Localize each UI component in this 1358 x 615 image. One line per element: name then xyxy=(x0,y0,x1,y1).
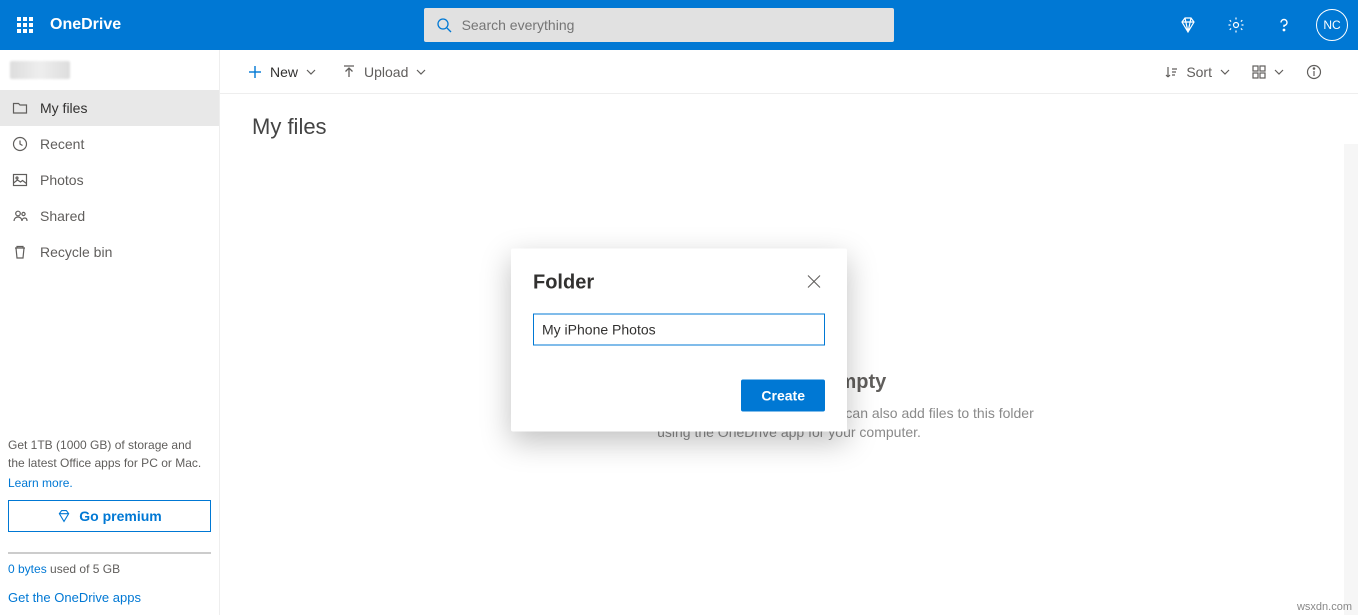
settings-button[interactable] xyxy=(1214,0,1258,50)
brand-title[interactable]: OneDrive xyxy=(50,16,151,34)
sidebar-item-label: Photos xyxy=(40,172,84,188)
tiles-icon xyxy=(1252,65,1266,79)
dialog-title: Folder xyxy=(533,272,594,295)
image-icon xyxy=(12,172,28,188)
upload-button[interactable]: Upload xyxy=(338,58,430,86)
sidebar-item-recycle-bin[interactable]: Recycle bin xyxy=(0,234,219,270)
go-premium-button[interactable]: Go premium xyxy=(8,500,211,532)
diamond-icon xyxy=(57,509,71,523)
sidebar-item-my-files[interactable]: My files xyxy=(0,90,219,126)
chevron-down-icon xyxy=(416,67,426,77)
new-label: New xyxy=(270,64,298,80)
gear-icon xyxy=(1227,16,1245,34)
plus-icon xyxy=(248,65,262,79)
search-input[interactable] xyxy=(462,17,882,33)
scrollbar[interactable] xyxy=(1344,144,1358,615)
chevron-down-icon xyxy=(1220,67,1230,77)
help-icon xyxy=(1275,16,1293,34)
create-folder-dialog: Folder Create xyxy=(511,249,847,432)
clock-icon xyxy=(12,136,28,152)
page-title: My files xyxy=(252,114,1326,140)
waffle-icon xyxy=(17,17,33,33)
storage-quota: 0 bytes used of 5 GB xyxy=(8,552,211,576)
go-premium-label: Go premium xyxy=(79,508,161,524)
search-icon xyxy=(436,17,452,33)
details-pane-button[interactable] xyxy=(1302,58,1326,86)
upload-label: Upload xyxy=(364,64,408,80)
chevron-down-icon xyxy=(1274,67,1284,77)
sort-icon xyxy=(1164,65,1178,79)
create-button[interactable]: Create xyxy=(741,380,825,412)
sidebar: My files Recent Photos Shared Recycle bi… xyxy=(0,50,220,615)
quota-bar xyxy=(8,552,211,554)
sidebar-item-label: Recent xyxy=(40,136,84,152)
upload-icon xyxy=(342,65,356,79)
command-bar: New Upload Sort xyxy=(220,50,1358,94)
search-box[interactable] xyxy=(424,8,894,42)
app-header: OneDrive NC xyxy=(0,0,1358,50)
people-icon xyxy=(12,208,28,224)
sidebar-item-shared[interactable]: Shared xyxy=(0,198,219,234)
premium-icon-button[interactable] xyxy=(1166,0,1210,50)
sidebar-item-recent[interactable]: Recent xyxy=(0,126,219,162)
sort-label: Sort xyxy=(1186,64,1212,80)
help-button[interactable] xyxy=(1262,0,1306,50)
search-wrap xyxy=(151,8,1166,42)
sidebar-item-label: My files xyxy=(40,100,87,116)
user-tile[interactable] xyxy=(0,50,219,90)
quota-total: used of 5 GB xyxy=(47,562,120,576)
info-icon xyxy=(1306,64,1322,80)
sidebar-bottom: Get 1TB (1000 GB) of storage and the lat… xyxy=(0,426,219,615)
sidebar-item-label: Recycle bin xyxy=(40,244,112,260)
app-launcher-button[interactable] xyxy=(0,0,50,50)
sidebar-item-label: Shared xyxy=(40,208,85,224)
folder-name-input[interactable] xyxy=(533,314,825,346)
new-button[interactable]: New xyxy=(244,58,320,86)
nav-list: My files Recent Photos Shared Recycle bi… xyxy=(0,90,219,270)
command-bar-right: Sort xyxy=(1160,58,1326,86)
get-apps-link[interactable]: Get the OneDrive apps xyxy=(8,590,211,605)
watermark: wsxdn.com xyxy=(1297,601,1352,613)
promo-text: Get 1TB (1000 GB) of storage and the lat… xyxy=(8,436,211,472)
quota-used[interactable]: 0 bytes xyxy=(8,562,47,576)
close-button[interactable] xyxy=(803,271,825,296)
diamond-icon xyxy=(1179,16,1197,34)
chevron-down-icon xyxy=(306,67,316,77)
header-right: NC xyxy=(1166,0,1358,50)
sidebar-item-photos[interactable]: Photos xyxy=(0,162,219,198)
user-name-redacted xyxy=(10,61,70,79)
sort-button[interactable]: Sort xyxy=(1160,58,1234,86)
close-icon xyxy=(807,275,821,289)
folder-icon xyxy=(12,100,28,116)
avatar[interactable]: NC xyxy=(1316,9,1348,41)
trash-icon xyxy=(12,244,28,260)
view-button[interactable] xyxy=(1248,59,1288,85)
learn-more-link[interactable]: Learn more. xyxy=(8,476,211,490)
